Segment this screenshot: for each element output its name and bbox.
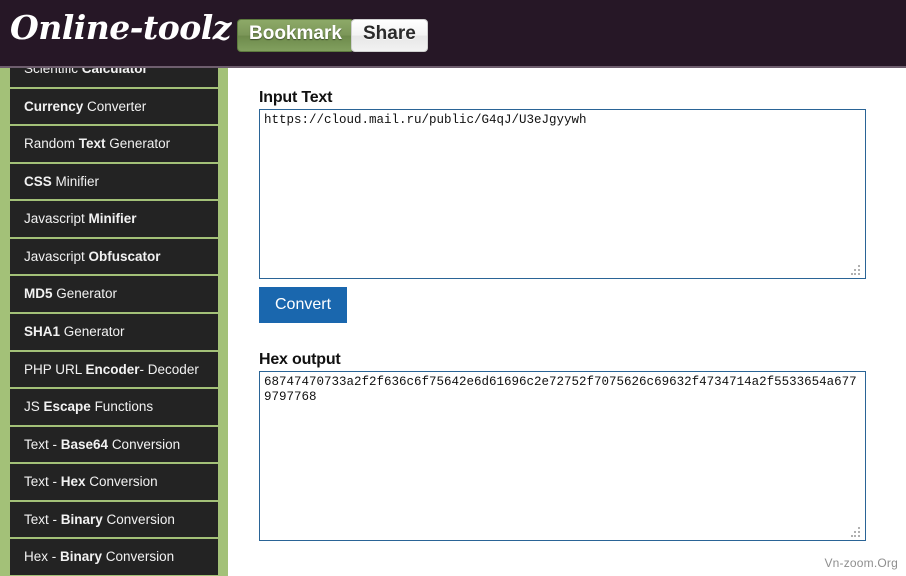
input-textarea-wrap [259, 109, 866, 279]
sidebar-item[interactable]: Currency Converter [10, 89, 218, 127]
site-header: Online-toolz Bookmark Share [0, 0, 906, 68]
sidebar-item-label: Functions [94, 399, 154, 415]
sidebar: Scientific Calculator Currency Converter R… [0, 49, 228, 576]
sidebar-menu: Scientific Calculator Currency Converter R… [10, 49, 218, 576]
sidebar-item-label: Random [24, 136, 79, 152]
sidebar-item-label: Obfuscator [88, 248, 161, 264]
sidebar-item[interactable]: CSS Minifier [10, 164, 218, 202]
input-textarea[interactable] [259, 109, 866, 279]
sidebar-item-label: Currency [24, 98, 88, 114]
sidebar-item-label: Converter [87, 98, 147, 114]
sidebar-item-label: SHA1 [24, 323, 64, 339]
sidebar-item-label: Conversion [111, 436, 181, 452]
sidebar-item[interactable]: JS Escape Functions [10, 389, 218, 427]
sidebar-item-label: Conversion [89, 474, 158, 490]
sidebar-item-label: Hex [60, 474, 90, 490]
sidebar-item-label: Encoder [85, 361, 140, 377]
hex-output-label: Hex output [259, 351, 341, 368]
hex-output-textarea[interactable] [259, 371, 866, 541]
sidebar-item-label: Generator [63, 323, 125, 339]
output-textarea-wrap [259, 371, 866, 541]
sidebar-item-label: Conversion [105, 549, 175, 565]
sidebar-item-label: Text - [24, 511, 61, 527]
sidebar-item-label: Generator [109, 136, 171, 152]
sidebar-item-label: MD5 [24, 286, 57, 302]
sidebar-item-label: JS [24, 399, 44, 415]
share-button[interactable]: Share [351, 19, 428, 52]
sidebar-item-label: Binary [60, 549, 106, 565]
watermark: Vn-zoom.Org [824, 556, 898, 570]
sidebar-item[interactable]: PHP URL Encoder- Decoder [10, 352, 218, 390]
sidebar-item[interactable]: Text - Base64 Conversion [10, 427, 218, 465]
sidebar-item-label: Javascript [24, 211, 89, 227]
sidebar-item-label: Minifier [88, 211, 137, 227]
sidebar-item-label: Hex - [24, 549, 61, 565]
sidebar-item-label: CSS [24, 173, 56, 189]
bookmark-button[interactable]: Bookmark [237, 19, 354, 52]
input-text-label: Input Text [259, 89, 333, 106]
convert-button[interactable]: Convert [259, 287, 348, 323]
app-window: Scientific Calculator Currency Converter R… [0, 0, 906, 576]
sidebar-item[interactable]: SHA1 Generator [10, 314, 218, 352]
sidebar-item[interactable]: Hex - Binary Conversion [10, 539, 218, 576]
sidebar-item[interactable]: Text - Hex Conversion [10, 464, 218, 502]
sidebar-item-label: PHP URL [24, 361, 86, 377]
sidebar-item-label: Text [78, 136, 110, 152]
sidebar-item-label: Base64 [60, 436, 112, 452]
sidebar-item[interactable]: MD5 Generator [10, 276, 218, 314]
sidebar-item-label: Generator [56, 286, 118, 302]
main-content: Input Text Convert Hex output Vn-zoom.Or… [228, 68, 906, 576]
sidebar-item-label: Text - [24, 436, 61, 452]
sidebar-item[interactable]: Javascript Minifier [10, 201, 218, 239]
sidebar-item[interactable]: Text - Binary Conversion [10, 502, 218, 540]
sidebar-item-label: Text - [24, 474, 61, 490]
sidebar-item-label: Escape [43, 399, 95, 415]
sidebar-item-label: Javascript [24, 248, 89, 264]
sidebar-item-label: Conversion [106, 511, 175, 527]
sidebar-item-label: - Decoder [139, 361, 199, 377]
sidebar-item-label: Binary [60, 511, 107, 527]
sidebar-item[interactable]: Random Text Generator [10, 126, 218, 164]
sidebar-item-label: Minifier [55, 173, 100, 189]
site-logo: Online-toolz [10, 8, 232, 47]
sidebar-item[interactable]: Javascript Obfuscator [10, 239, 218, 277]
